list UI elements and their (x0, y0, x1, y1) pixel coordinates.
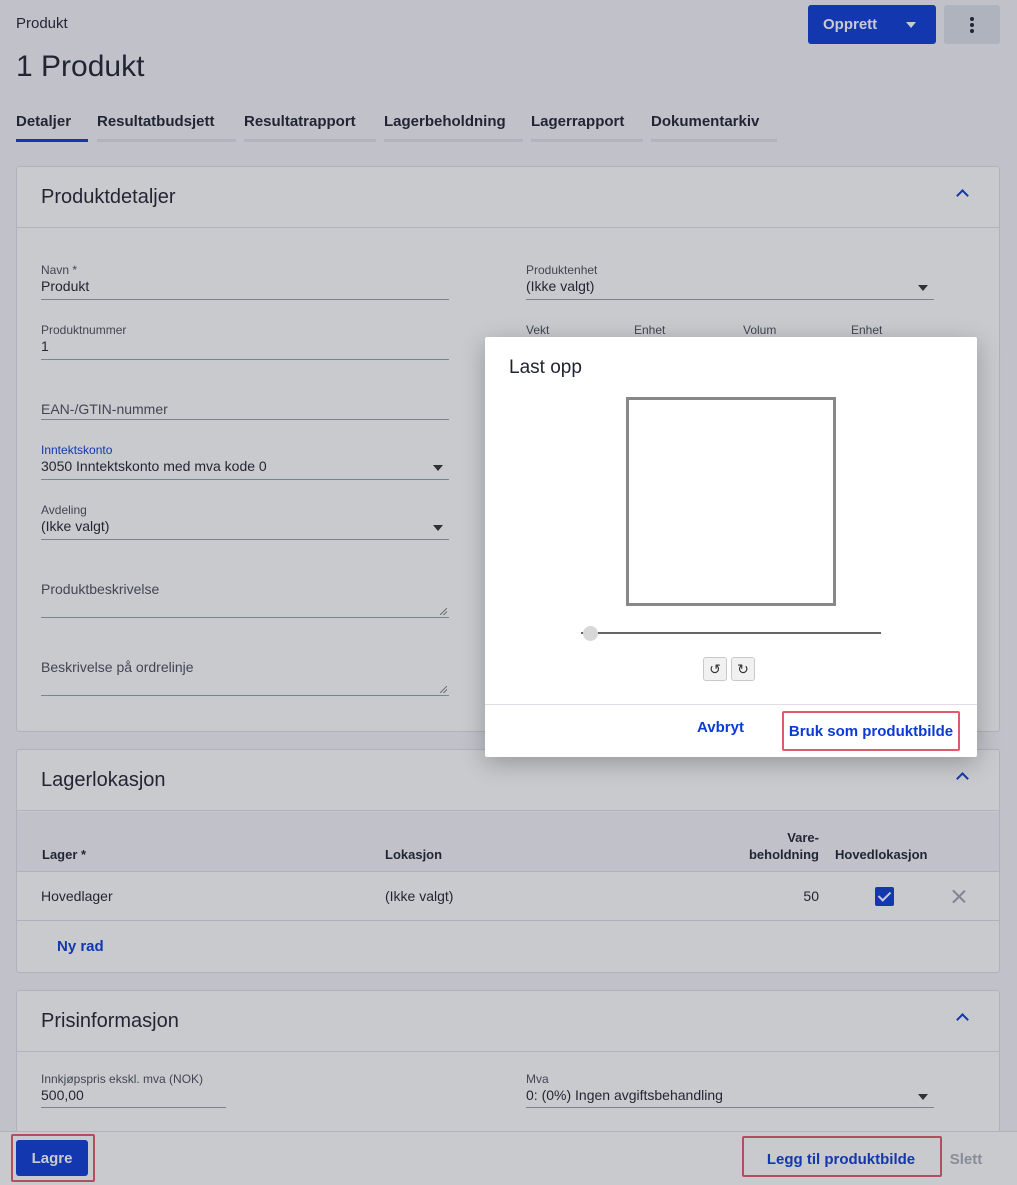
dialog-divider (485, 704, 977, 705)
page: Produkt 1 Produkt Opprett Detaljer Resul… (0, 0, 1017, 1185)
cancel-button[interactable]: Avbryt (697, 719, 744, 736)
zoom-slider-handle[interactable] (583, 626, 598, 641)
dialog-title: Last opp (509, 357, 582, 378)
upload-dialog: Last opp ↺ ↻ Avbryt Bruk som produktbild… (485, 337, 977, 757)
image-crop-area[interactable] (626, 397, 836, 606)
rotate-left-icon[interactable]: ↺ (703, 657, 727, 681)
zoom-slider[interactable] (581, 632, 881, 634)
rotate-right-icon[interactable]: ↻ (731, 657, 755, 681)
use-as-product-image-button[interactable]: Bruk som produktbilde (782, 711, 960, 751)
